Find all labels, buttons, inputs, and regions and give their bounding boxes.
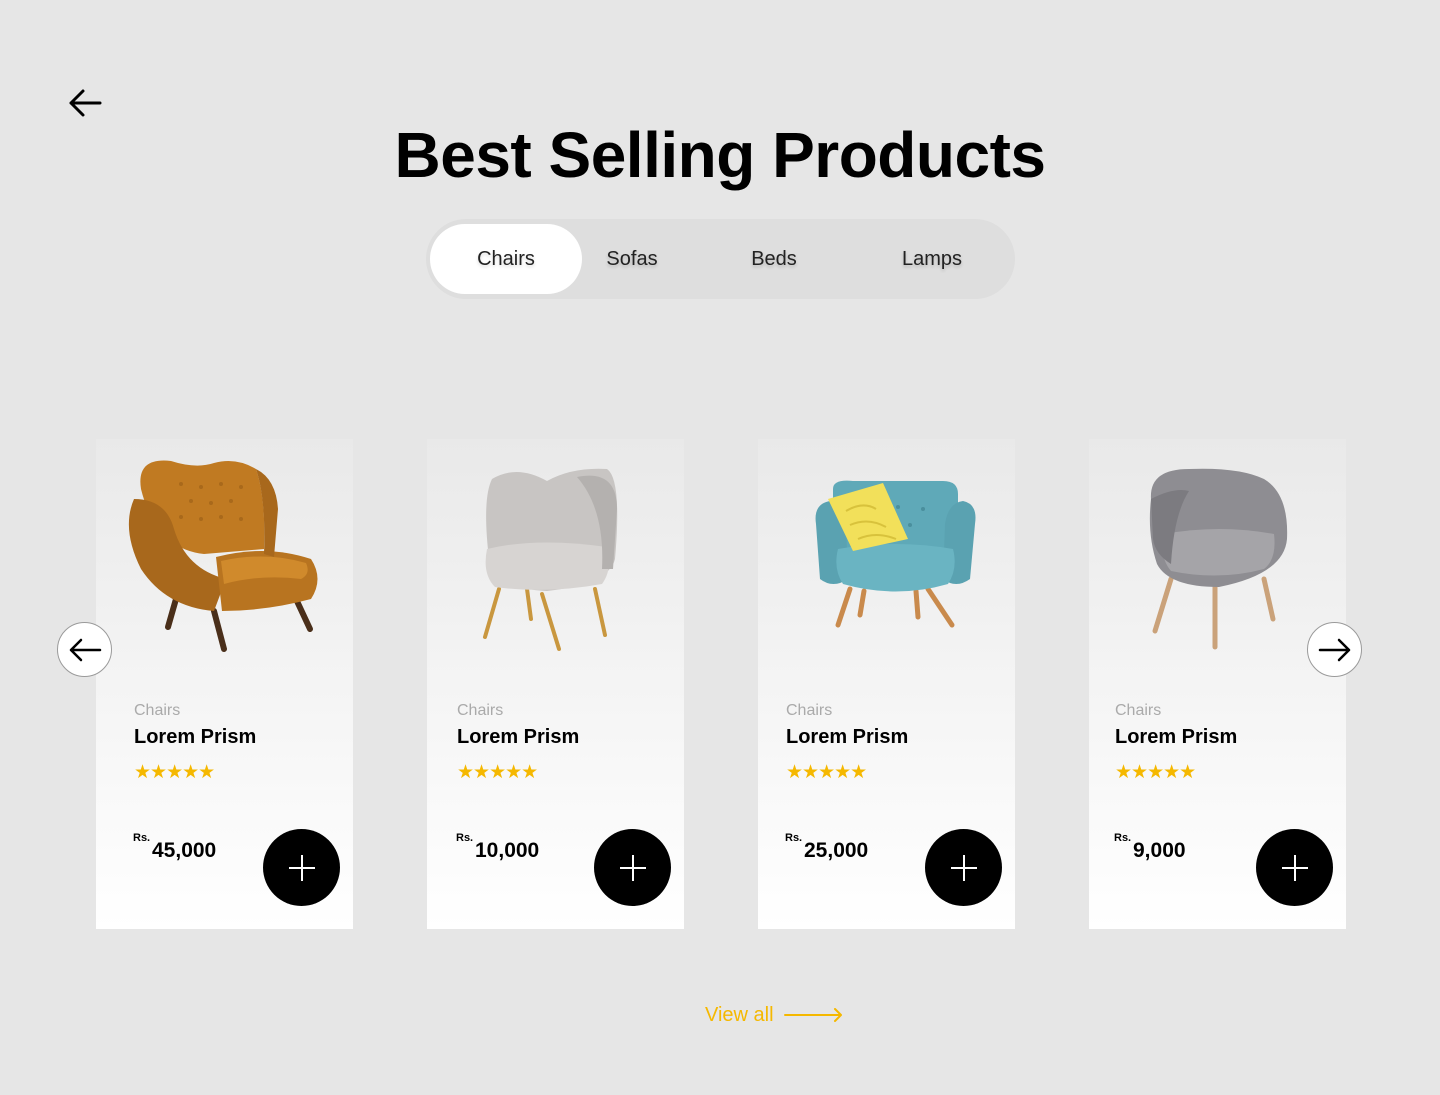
tab-sofas[interactable]: Sofas — [584, 224, 680, 294]
arrow-left-icon — [69, 89, 102, 117]
product-card[interactable]: Chairs Lorem Prism ★★★★★ Rs. 9,000 — [1089, 439, 1346, 929]
add-to-cart-button[interactable] — [594, 829, 671, 906]
price-currency: Rs. — [133, 832, 151, 844]
product-card[interactable]: Chairs Lorem Prism ★★★★★ Rs. 25,000 — [758, 439, 1015, 929]
price-currency: Rs. — [1114, 832, 1132, 844]
product-category: Chairs — [457, 702, 504, 719]
product-category: Chairs — [786, 702, 833, 719]
product-price: 25,000 — [804, 839, 869, 862]
tab-chairs[interactable]: Chairs — [430, 224, 582, 294]
plus-icon — [619, 854, 646, 881]
product-price: 45,000 — [152, 839, 217, 862]
product-category: Chairs — [1115, 702, 1162, 719]
product-name: Lorem Prism — [457, 726, 580, 748]
rating-stars: ★★★★★ — [457, 762, 538, 783]
plus-icon — [288, 854, 315, 881]
tab-beds[interactable]: Beds — [726, 224, 822, 294]
view-all-label: View all — [705, 1003, 774, 1026]
plus-icon — [1281, 854, 1308, 881]
tab-lamps[interactable]: Lamps — [884, 224, 980, 294]
product-price: 10,000 — [475, 839, 540, 862]
add-to-cart-button[interactable] — [925, 829, 1002, 906]
orange-wingback-armchair-image — [128, 460, 318, 652]
category-tabs: Chairs Sofas Beds Lamps — [426, 219, 1015, 299]
teal-armchair-with-yellow-pillow-image — [815, 480, 976, 628]
price-currency: Rs. — [456, 832, 474, 844]
rating-stars: ★★★★★ — [134, 762, 215, 783]
add-to-cart-button[interactable] — [1256, 829, 1333, 906]
back-button[interactable] — [64, 86, 104, 120]
plus-icon — [950, 854, 977, 881]
product-name: Lorem Prism — [134, 726, 257, 748]
price-currency: Rs. — [785, 832, 803, 844]
arrow-left-icon — [69, 638, 101, 661]
product-category: Chairs — [134, 702, 181, 719]
product-card[interactable]: Chairs Lorem Prism ★★★★★ Rs. 45,000 — [96, 439, 353, 929]
carousel-prev-button[interactable] — [57, 622, 112, 677]
product-name: Lorem Prism — [1115, 726, 1238, 748]
product-price: 9,000 — [1133, 839, 1186, 862]
product-name: Lorem Prism — [786, 726, 909, 748]
long-arrow-right-icon — [783, 1008, 842, 1022]
product-card[interactable]: Chairs Lorem Prism ★★★★★ Rs. 10,000 — [427, 439, 684, 929]
rating-stars: ★★★★★ — [786, 762, 867, 783]
arrow-right-icon — [1318, 638, 1350, 661]
best-selling-page: Best Selling Products Chairs Sofas Beds … — [0, 0, 1440, 1095]
view-all-link[interactable]: View all — [705, 1002, 844, 1028]
grey-shell-chair-image — [483, 468, 618, 651]
add-to-cart-button[interactable] — [263, 829, 340, 906]
page-title: Best Selling Products — [394, 119, 1046, 191]
rating-stars: ★★★★★ — [1115, 762, 1196, 783]
carousel-next-button[interactable] — [1307, 622, 1362, 677]
